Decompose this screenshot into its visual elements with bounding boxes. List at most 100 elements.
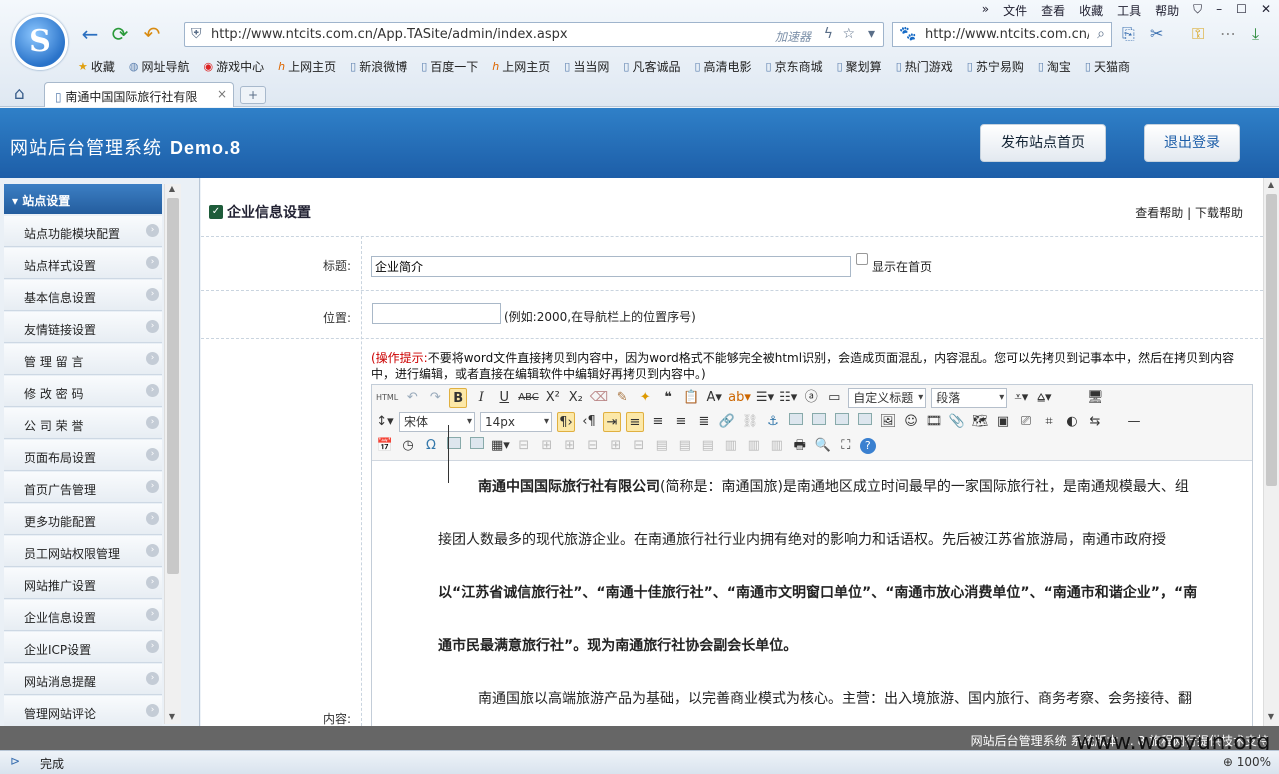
more-icon[interactable]: ⋯ <box>1220 24 1236 43</box>
menu-favorites[interactable]: 收藏 <box>1079 2 1103 18</box>
dropdown-icon[interactable]: ▾ <box>868 26 875 42</box>
italic-icon[interactable]: I <box>472 388 490 408</box>
row-spacing-bottom-icon[interactable]: ⩠▾ <box>1035 388 1053 408</box>
sidebar-item[interactable]: 站点样式设置 › <box>4 248 162 279</box>
paragraph-format-select[interactable]: 段落 <box>931 388 1008 408</box>
sidebar-item[interactable]: 公 司 荣 誉 › <box>4 408 162 439</box>
horizontal-rule-icon[interactable]: — <box>1125 412 1143 432</box>
close-window-icon[interactable]: ✕ <box>1261 2 1271 18</box>
underline-icon[interactable]: U <box>495 388 513 408</box>
publish-home-button[interactable]: 发布站点首页 <box>980 124 1106 162</box>
code-icon[interactable]: ⌗ <box>1040 412 1058 432</box>
search-input[interactable]: http://www.ntcits.com.cn/ <box>925 27 1089 42</box>
key-icon[interactable]: ⚿ <box>1192 24 1204 44</box>
align-center-icon[interactable]: ≡ <box>649 412 667 432</box>
search-replace-icon[interactable]: 🔍 <box>814 436 832 456</box>
time-icon[interactable]: ◷ <box>399 436 417 456</box>
delete-table-icon[interactable]: ⊟ <box>515 436 533 456</box>
menu-help[interactable]: 帮助 <box>1155 2 1179 18</box>
select-all-icon[interactable]: ⓐ <box>802 388 820 408</box>
image-none-icon[interactable] <box>787 412 805 432</box>
new-tab-button[interactable]: + <box>240 86 266 104</box>
eraser-icon[interactable]: ⌫ <box>590 388 608 408</box>
delete-col-icon[interactable]: ⊟ <box>630 436 648 456</box>
insert-image-icon[interactable]: 🖼 <box>879 412 897 432</box>
strikethrough-icon[interactable]: ABC <box>518 388 539 408</box>
address-url[interactable]: http://www.ntcits.com.cn/App.TASite/admi… <box>211 27 568 42</box>
search-bar[interactable]: 🐾 http://www.ntcits.com.cn/ ⌕ <box>892 22 1112 47</box>
delete-row-icon[interactable]: ⊟ <box>584 436 602 456</box>
title-input[interactable] <box>371 256 851 277</box>
fav-item[interactable]: ▯ 淘宝 <box>1038 56 1071 76</box>
address-bar[interactable]: ⛨ http://www.ntcits.com.cn/App.TASite/ad… <box>184 22 884 47</box>
scroll-up-icon[interactable]: ▲ <box>165 184 179 193</box>
print-icon[interactable]: 🖶 <box>791 436 809 456</box>
date-icon[interactable]: 📅 <box>376 436 394 456</box>
sidebar-item[interactable]: 网站推广设置 › <box>4 568 162 599</box>
paste-text-icon[interactable]: 📋 <box>682 388 700 408</box>
sidebar-item[interactable]: 首页广告管理 › <box>4 472 162 503</box>
fav-item[interactable]: ▯ 热门游戏 <box>896 56 953 76</box>
subscript-icon[interactable]: X₂ <box>567 388 585 408</box>
html-source-icon[interactable]: HTML <box>376 388 398 408</box>
minimize-icon[interactable]: – <box>1216 2 1222 18</box>
maximize-icon[interactable]: ☐ <box>1236 2 1247 18</box>
snapscreen-icon[interactable] <box>468 436 486 456</box>
fav-item[interactable]: ▯ 京东商城 <box>766 56 823 76</box>
format-brush-icon[interactable]: ✎ <box>613 388 631 408</box>
scissors-icon[interactable]: ✂ <box>1150 24 1163 43</box>
sidebar-item[interactable]: 企业信息设置 › <box>4 600 162 631</box>
align-right-icon[interactable]: ≡ <box>672 412 690 432</box>
undo-close-icon[interactable]: ↶ <box>140 22 164 46</box>
scroll-down-icon[interactable]: ▼ <box>165 712 179 721</box>
sidebar-item[interactable]: 页面布局设置 › <box>4 440 162 471</box>
sidebar-header[interactable]: ▾ 站点设置 <box>4 184 162 214</box>
sidebar-item[interactable]: 友情链接设置 › <box>4 312 162 343</box>
insert-table-icon[interactable]: ▦▾ <box>491 436 510 456</box>
search-icon[interactable]: ⌕ <box>1097 26 1105 42</box>
background-icon[interactable]: ◐ <box>1063 412 1081 432</box>
fav-item[interactable]: ▯ 凡客诚品 <box>623 56 680 76</box>
split-cols-icon[interactable]: ▥ <box>768 436 786 456</box>
font-size-select[interactable]: 14px <box>480 412 552 432</box>
menu-expand-icon[interactable]: » <box>982 2 989 18</box>
browser-tab[interactable]: ▯ 南通中国国际旅行社有限 × <box>44 82 234 107</box>
fav-item[interactable]: ▯ 高清电影 <box>694 56 751 76</box>
fav-item[interactable]: ▯ 天猫商 <box>1085 56 1130 76</box>
sidebar-item[interactable]: 更多功能配置 › <box>4 504 162 535</box>
sidebar-item[interactable]: 管理网站评论 › <box>4 696 162 726</box>
sidebar-scrollbar[interactable]: ▲ ▼ <box>164 184 181 724</box>
scroll-down-icon[interactable]: ▼ <box>1264 712 1278 721</box>
special-char-icon[interactable]: Ω <box>422 436 440 456</box>
zoom-level[interactable]: ⊕ 100% <box>1223 755 1271 769</box>
insert-row-icon[interactable]: ⊞ <box>561 436 579 456</box>
show-home-checkbox[interactable] <box>856 253 868 265</box>
accelerator-label[interactable]: 加速器 <box>775 28 811 45</box>
custom-heading-select[interactable]: 自定义标题 <box>848 388 927 408</box>
bookmark-icon[interactable]: ⎘ <box>1122 24 1135 44</box>
sidebar-item[interactable]: 站点功能模块配置 › <box>4 216 162 247</box>
sidebar-item[interactable]: 修 改 密 码 › <box>4 376 162 407</box>
menu-tools[interactable]: 工具 <box>1117 2 1141 18</box>
tab-close-icon[interactable]: × <box>217 87 227 101</box>
indent-icon[interactable]: ⇥ <box>603 412 621 432</box>
fav-item[interactable]: ▯ 新浪微博 <box>350 56 407 76</box>
merge-down-icon[interactable]: ▤ <box>699 436 717 456</box>
fav-item[interactable]: ◉ 游戏中心 <box>204 56 265 76</box>
lightning-icon[interactable]: ϟ <box>824 26 833 42</box>
logout-button[interactable]: 退出登录 <box>1144 124 1240 162</box>
menu-view[interactable]: 查看 <box>1041 2 1065 18</box>
ordered-list-icon[interactable]: ☰▾ <box>756 388 774 408</box>
insert-col-icon[interactable]: ⊞ <box>607 436 625 456</box>
attachment-icon[interactable]: 📎 <box>948 412 966 432</box>
fav-item[interactable]: ◍ 网址导航 <box>129 56 190 76</box>
map-icon[interactable]: 🗺 <box>971 412 989 432</box>
view-help-link[interactable]: 查看帮助 <box>1135 206 1183 220</box>
sidebar-item[interactable]: 员工网站权限管理 › <box>4 536 162 567</box>
fav-item[interactable]: ▯ 苏宁易购 <box>967 56 1024 76</box>
home-icon[interactable]: ⌂ <box>14 84 25 104</box>
fav-item[interactable]: h 上网主页 <box>492 56 550 76</box>
blockquote-icon[interactable]: ❝ <box>659 388 677 408</box>
undo-icon[interactable]: ↶ <box>403 388 421 408</box>
sidebar-item[interactable]: 网站消息提醒 › <box>4 664 162 695</box>
